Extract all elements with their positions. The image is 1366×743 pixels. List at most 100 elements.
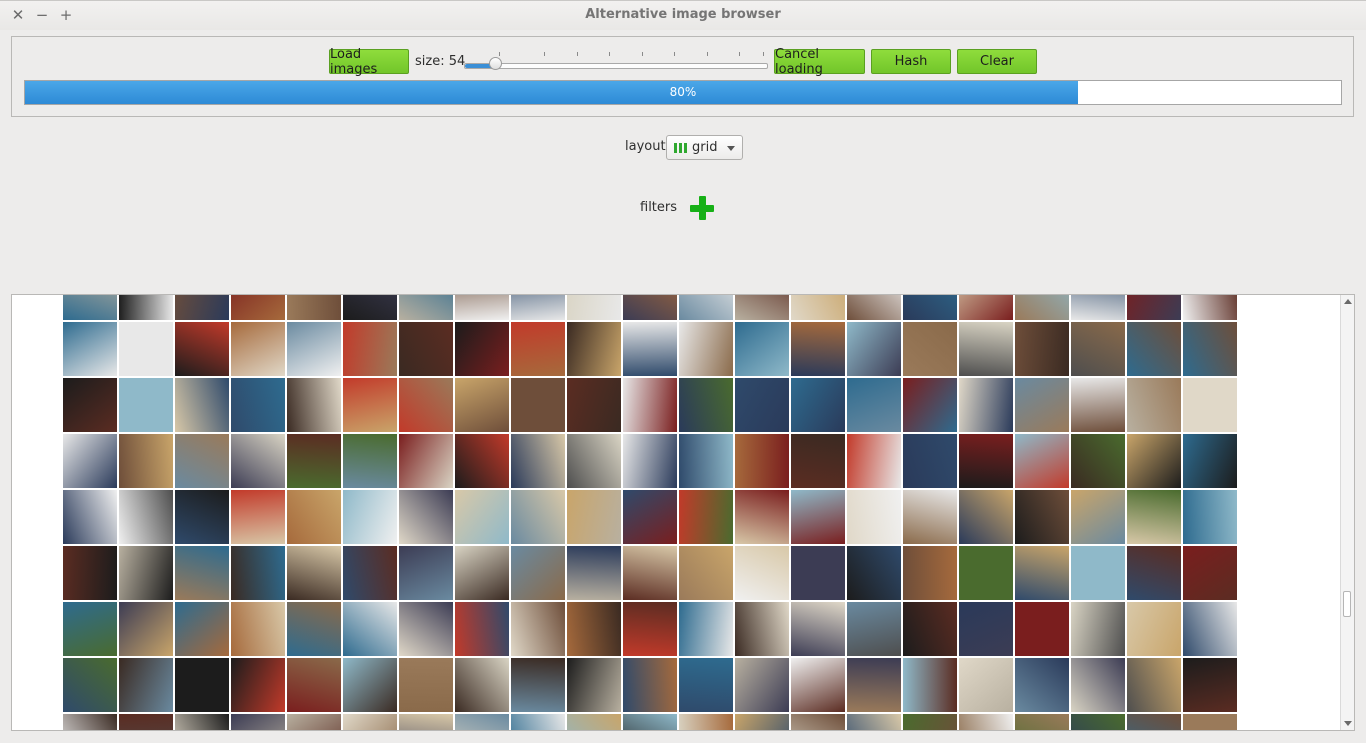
image-thumbnail[interactable] — [455, 378, 509, 432]
image-thumbnail[interactable] — [1183, 658, 1237, 712]
image-thumbnail[interactable] — [1127, 490, 1181, 544]
image-thumbnail[interactable] — [119, 322, 173, 376]
image-thumbnail[interactable] — [511, 490, 565, 544]
image-thumbnail[interactable] — [119, 490, 173, 544]
image-thumbnail[interactable] — [623, 714, 677, 730]
image-thumbnail[interactable] — [735, 658, 789, 712]
image-thumbnail[interactable] — [63, 658, 117, 712]
image-thumbnail[interactable] — [1183, 295, 1237, 320]
image-thumbnail[interactable] — [567, 434, 621, 488]
image-thumbnail[interactable] — [679, 490, 733, 544]
image-thumbnail[interactable] — [1127, 295, 1181, 320]
image-thumbnail[interactable] — [791, 602, 845, 656]
image-thumbnail[interactable] — [567, 378, 621, 432]
image-thumbnail[interactable] — [567, 295, 621, 320]
image-thumbnail[interactable] — [567, 658, 621, 712]
image-thumbnail[interactable] — [903, 658, 957, 712]
image-thumbnail[interactable] — [343, 378, 397, 432]
image-thumbnail[interactable] — [343, 322, 397, 376]
image-thumbnail[interactable] — [847, 490, 901, 544]
image-thumbnail[interactable] — [903, 378, 957, 432]
image-thumbnail[interactable] — [399, 434, 453, 488]
image-thumbnail[interactable] — [287, 602, 341, 656]
image-thumbnail[interactable] — [175, 658, 229, 712]
image-thumbnail[interactable] — [63, 378, 117, 432]
image-thumbnail[interactable] — [1071, 490, 1125, 544]
image-thumbnail[interactable] — [287, 546, 341, 600]
image-thumbnail[interactable] — [511, 714, 565, 730]
image-thumbnail[interactable] — [455, 295, 509, 320]
image-thumbnail[interactable] — [735, 295, 789, 320]
image-thumbnail[interactable] — [231, 602, 285, 656]
image-thumbnail[interactable] — [959, 295, 1013, 320]
image-thumbnail[interactable] — [847, 602, 901, 656]
image-thumbnail[interactable] — [63, 602, 117, 656]
image-thumbnail[interactable] — [903, 490, 957, 544]
image-thumbnail[interactable] — [903, 546, 957, 600]
image-thumbnail[interactable] — [343, 295, 397, 320]
image-thumbnail[interactable] — [1127, 322, 1181, 376]
image-thumbnail[interactable] — [399, 658, 453, 712]
image-thumbnail[interactable] — [175, 378, 229, 432]
image-thumbnail[interactable] — [903, 322, 957, 376]
image-thumbnail[interactable] — [1127, 602, 1181, 656]
image-thumbnail[interactable] — [175, 434, 229, 488]
image-thumbnail[interactable] — [959, 714, 1013, 730]
image-thumbnail[interactable] — [175, 490, 229, 544]
image-thumbnail[interactable] — [959, 490, 1013, 544]
image-thumbnail[interactable] — [1127, 714, 1181, 730]
image-thumbnail[interactable] — [959, 546, 1013, 600]
image-thumbnail[interactable] — [1015, 602, 1069, 656]
image-thumbnail[interactable] — [791, 658, 845, 712]
image-thumbnail[interactable] — [287, 490, 341, 544]
scrollbar-thumb[interactable] — [1343, 591, 1351, 617]
image-thumbnail[interactable] — [623, 602, 677, 656]
image-thumbnail[interactable] — [1071, 658, 1125, 712]
slider-track[interactable] — [464, 63, 768, 69]
image-thumbnail[interactable] — [455, 490, 509, 544]
image-thumbnail[interactable] — [623, 490, 677, 544]
image-thumbnail[interactable] — [511, 378, 565, 432]
clear-button[interactable]: Clear — [957, 49, 1037, 74]
image-thumbnail[interactable] — [1071, 546, 1125, 600]
image-thumbnail[interactable] — [1015, 658, 1069, 712]
image-thumbnail[interactable] — [679, 378, 733, 432]
image-thumbnail[interactable] — [343, 490, 397, 544]
image-thumbnail[interactable] — [735, 602, 789, 656]
image-thumbnail[interactable] — [119, 658, 173, 712]
image-thumbnail[interactable] — [903, 602, 957, 656]
image-thumbnail[interactable] — [791, 546, 845, 600]
image-thumbnail[interactable] — [231, 658, 285, 712]
image-thumbnail[interactable] — [1183, 434, 1237, 488]
image-thumbnail[interactable] — [63, 295, 117, 320]
image-thumbnail[interactable] — [511, 295, 565, 320]
image-thumbnail[interactable] — [231, 434, 285, 488]
image-thumbnail[interactable] — [231, 295, 285, 320]
image-thumbnail[interactable] — [1127, 546, 1181, 600]
image-thumbnail[interactable] — [343, 602, 397, 656]
image-thumbnail[interactable] — [287, 378, 341, 432]
image-thumbnail[interactable] — [959, 434, 1013, 488]
image-thumbnail[interactable] — [343, 546, 397, 600]
image-thumbnail[interactable] — [455, 322, 509, 376]
image-thumbnail[interactable] — [679, 322, 733, 376]
image-thumbnail[interactable] — [119, 434, 173, 488]
image-thumbnail[interactable] — [175, 546, 229, 600]
image-gallery[interactable] — [11, 294, 1355, 731]
image-thumbnail[interactable] — [119, 546, 173, 600]
scroll-up-icon[interactable] — [1344, 299, 1352, 304]
slider-handle[interactable] — [489, 57, 502, 70]
gallery-scrollbar[interactable] — [1340, 295, 1354, 730]
image-thumbnail[interactable] — [1183, 602, 1237, 656]
image-thumbnail[interactable] — [567, 490, 621, 544]
image-thumbnail[interactable] — [175, 714, 229, 730]
image-thumbnail[interactable] — [791, 378, 845, 432]
image-thumbnail[interactable] — [119, 295, 173, 320]
image-thumbnail[interactable] — [399, 322, 453, 376]
image-thumbnail[interactable] — [903, 714, 957, 730]
image-thumbnail[interactable] — [455, 434, 509, 488]
image-thumbnail[interactable] — [847, 322, 901, 376]
image-thumbnail[interactable] — [287, 295, 341, 320]
image-thumbnail[interactable] — [231, 546, 285, 600]
image-thumbnail[interactable] — [287, 322, 341, 376]
